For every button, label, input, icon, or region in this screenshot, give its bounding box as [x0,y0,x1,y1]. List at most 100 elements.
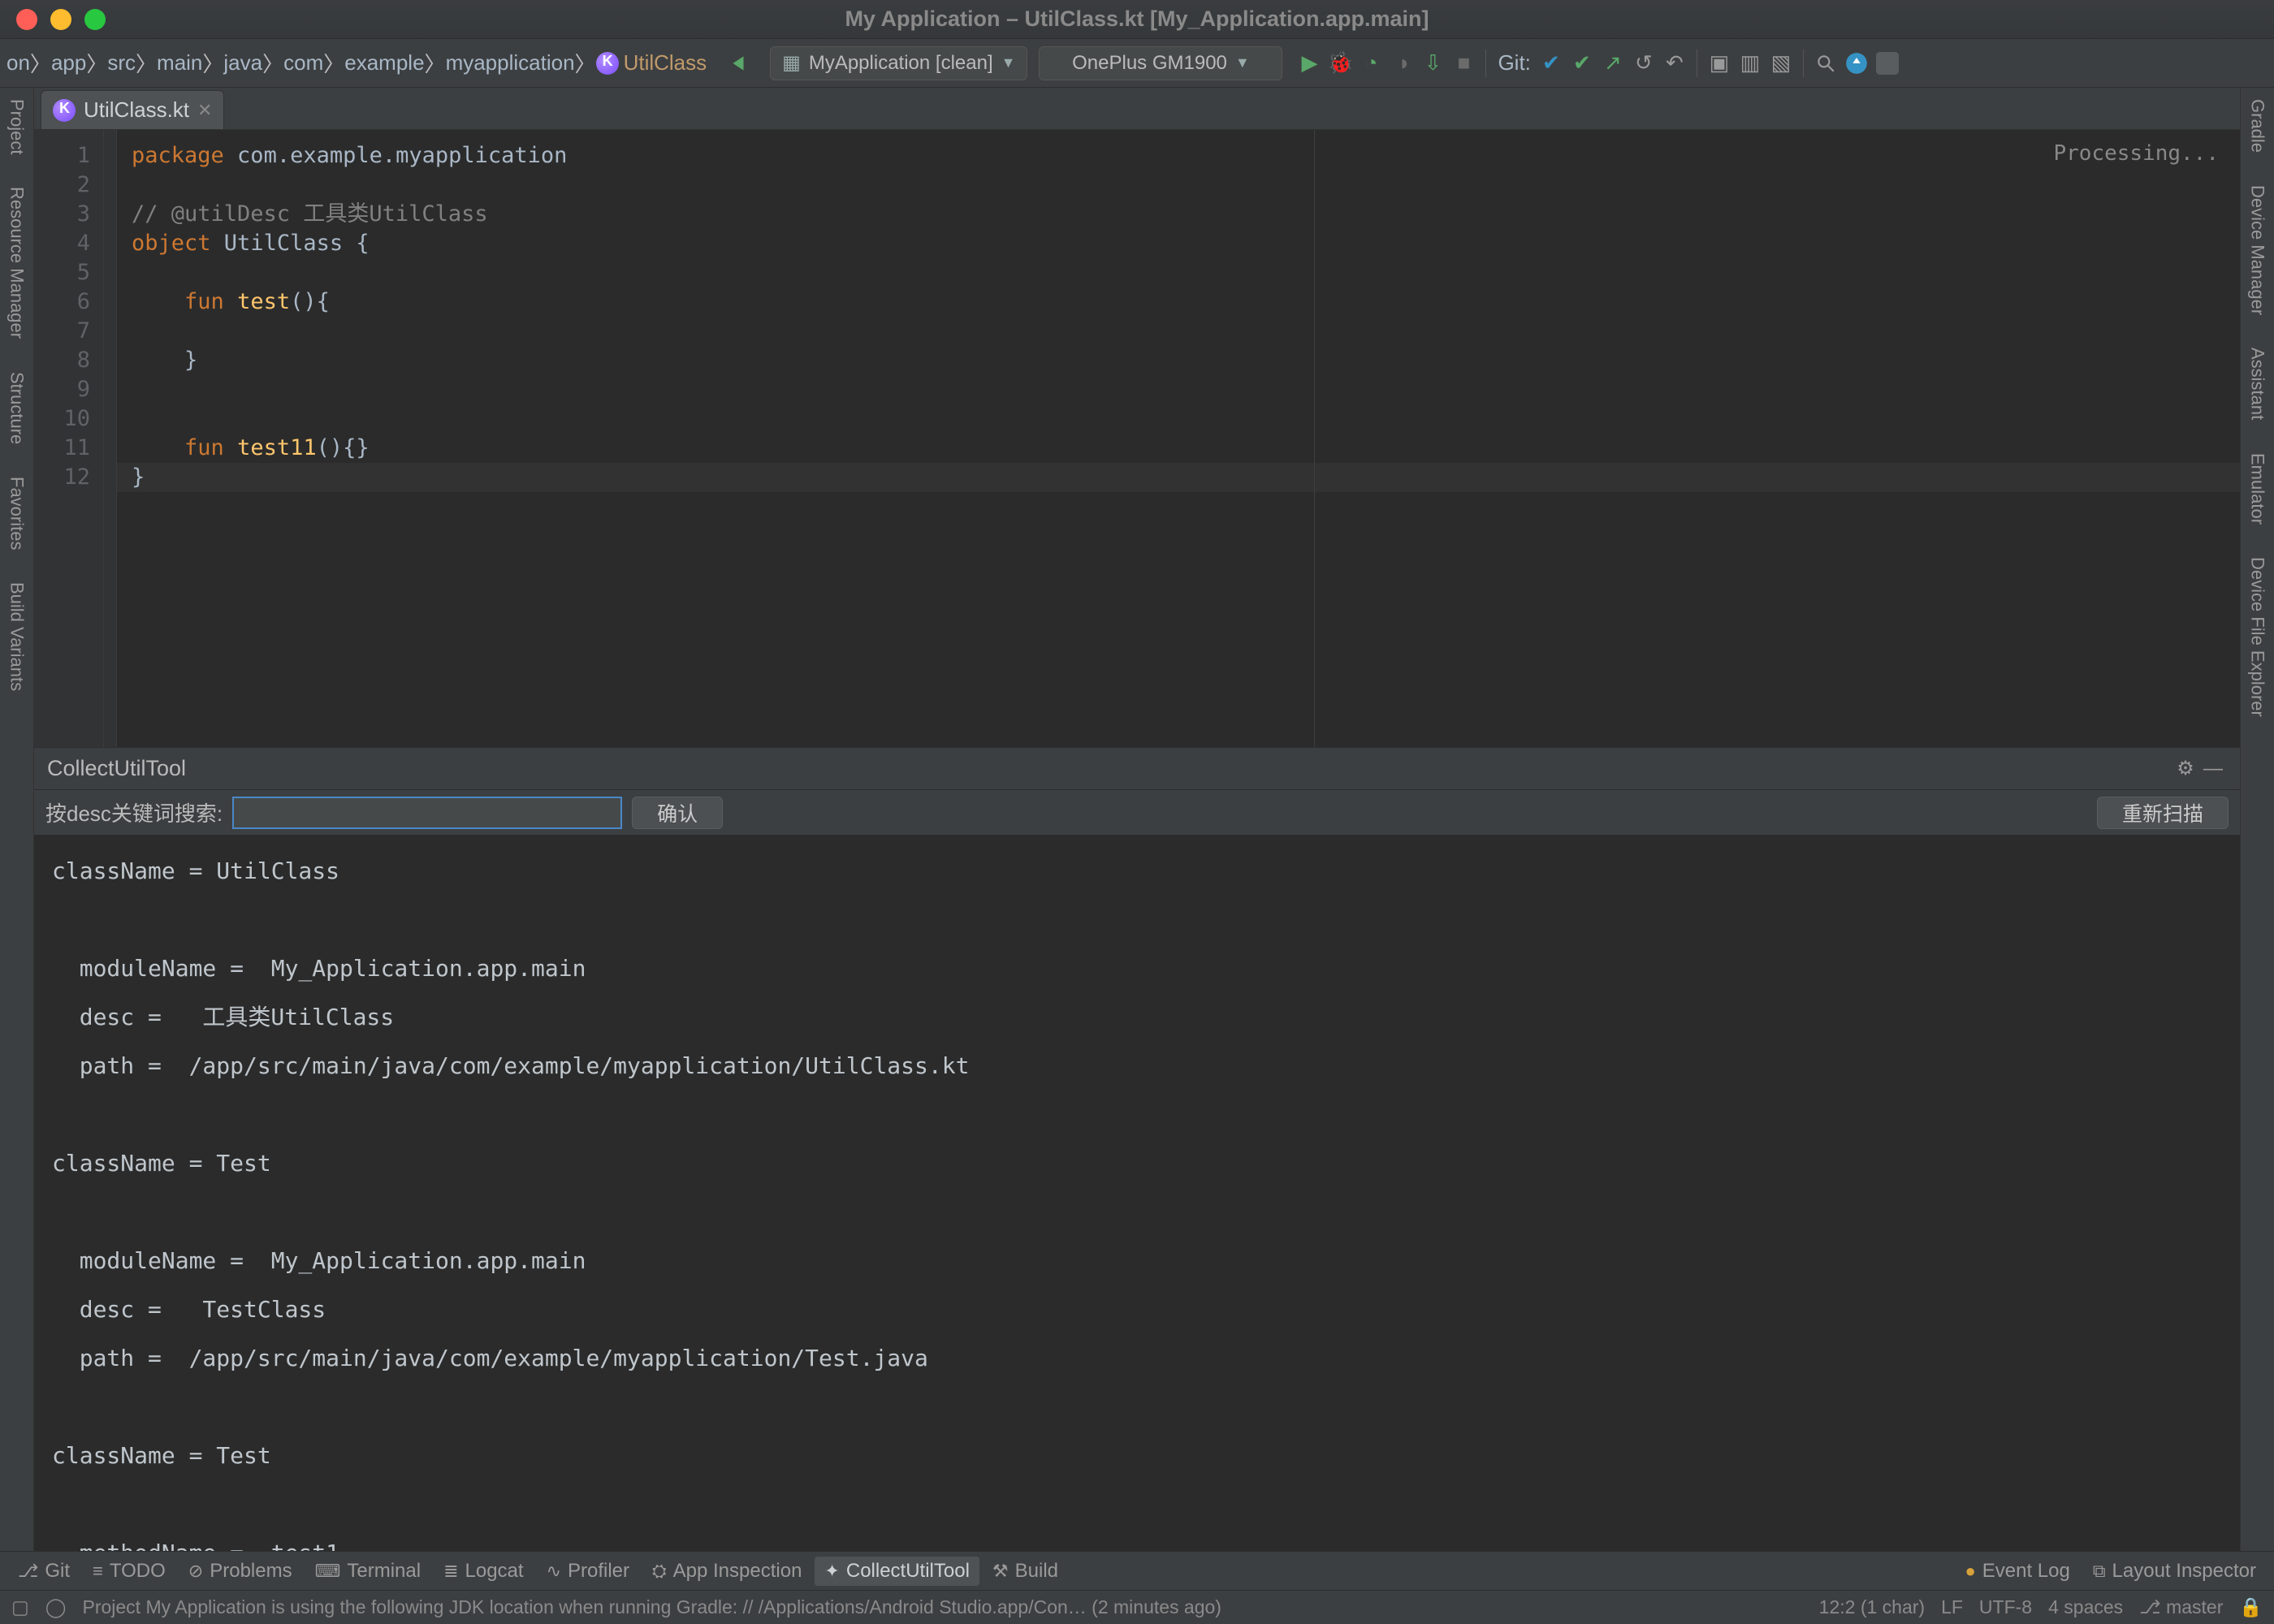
zoom-window-icon[interactable] [84,9,106,30]
chevron-right-icon: 〉 [425,48,446,78]
breadcrumb-main[interactable]: main [157,50,202,76]
coverage-icon[interactable]: ◔ [1357,50,1385,77]
tool-windows-icon[interactable]: ▢ [11,1596,29,1618]
vcs-commit-icon[interactable]: ✔ [1568,50,1596,77]
fold-column[interactable] [104,130,117,747]
tool-icon: ● [1965,1561,1975,1582]
bottom-tool-terminal[interactable]: ⌨Terminal [305,1557,430,1586]
right-panel-emulator[interactable]: Emulator [2247,448,2268,529]
rescan-button[interactable]: 重新扫描 [2097,797,2229,829]
code-area[interactable]: package com.example.myapplication // @ut… [117,130,2240,747]
breadcrumb-java[interactable]: java [223,50,262,76]
tool-window-header: CollectUtilTool ⚙ — [34,748,2240,790]
avd-manager-icon[interactable]: ▣ [1706,50,1733,77]
vcs-push-icon[interactable]: ↗ [1599,50,1627,77]
status-circle-icon[interactable]: ◯ [45,1596,67,1618]
bottom-tool-app-inspection[interactable]: ⛭App Inspection [642,1557,811,1586]
left-panel-favorites[interactable]: Favorites [6,472,28,555]
left-panel-structure[interactable]: Structure [6,367,28,449]
bottom-tool-problems[interactable]: ⊘Problems [179,1557,302,1586]
profiler-icon[interactable]: ◑ [1388,50,1416,77]
chevron-right-icon: 〉 [575,48,596,78]
right-tool-strip: Gradle Device Manager Assistant Emulator Dev… [2240,88,2274,1551]
tab-utilclass[interactable]: UtilClass.kt ✕ [41,90,224,129]
right-panel-gradle[interactable]: Gradle [2247,94,2268,158]
breadcrumb-example[interactable]: example [344,50,424,76]
right-panel-assistant[interactable]: Assistant [2247,343,2268,425]
right-panel-device-file-explorer[interactable]: Device File Explorer [2247,552,2268,722]
tool-icon: ∿ [547,1561,561,1582]
chevron-right-icon: 〉 [136,48,157,78]
hide-tool-icon[interactable]: — [2199,755,2227,783]
file-encoding[interactable]: UTF-8 [1979,1596,2032,1618]
git-label: Git: [1494,50,1533,76]
attach-debugger-icon[interactable]: ⇩ [1419,50,1446,77]
breadcrumb-UtilClass[interactable]: UtilClass [596,50,707,76]
indent-info[interactable]: 4 spaces [2048,1596,2123,1618]
debug-icon[interactable]: 🐞 [1326,50,1354,77]
stop-icon[interactable]: ■ [1450,50,1477,77]
git-branch[interactable]: ⎇ master [2139,1596,2223,1618]
caret-position[interactable]: 12:2 (1 char) [1819,1596,1925,1618]
vcs-rollback-icon[interactable]: ↶ [1661,50,1688,77]
left-panel-build-variants[interactable]: Build Variants [6,577,28,696]
bottom-tool-todo[interactable]: ≡TODO [83,1557,175,1586]
tool-label: Build [1015,1560,1058,1583]
close-window-icon[interactable] [16,9,37,30]
gear-icon[interactable]: ⚙ [2172,755,2199,783]
status-message[interactable]: Project My Application is using the foll… [82,1596,1221,1618]
tool-icon: ⧉ [2093,1561,2106,1582]
minimize-window-icon[interactable] [50,9,71,30]
breadcrumb-on[interactable]: on [6,50,30,76]
bottom-tool-layout-inspector[interactable]: ⧉Layout Inspector [2083,1557,2266,1586]
separator [1803,50,1804,77]
bottom-tool-logcat[interactable]: ≣Logcat [434,1557,534,1586]
device-label: OnePlus GM1900 [1072,52,1227,75]
tool-results[interactable]: className = UtilClass moduleName = My_Ap… [34,836,2240,1551]
code-editor[interactable]: 123456789101112 package com.example.myap… [34,130,2240,747]
bottom-tool-event-log[interactable]: ●Event Log [1955,1557,2079,1586]
chevron-right-icon: 〉 [262,48,283,78]
chevron-right-icon: 〉 [202,48,223,78]
resource-manager-icon[interactable]: ▧ [1767,50,1795,77]
close-tab-icon[interactable]: ✕ [197,100,212,121]
toolbar: on〉app〉src〉main〉java〉com〉example〉myappli… [0,39,2274,88]
bottom-tool-strip: ⎇Git≡TODO⊘Problems⌨Terminal≣Logcat∿Profi… [0,1551,2274,1590]
editor-tabs: UtilClass.kt ✕ [34,88,2240,130]
search-everywhere-icon[interactable] [1812,50,1840,77]
breadcrumb-com[interactable]: com [283,50,323,76]
bottom-tool-build[interactable]: ⚒Build [983,1557,1068,1586]
tool-label: Problems [210,1560,292,1583]
vcs-update-icon[interactable]: ✔ [1537,50,1565,77]
tool-label: Logcat [465,1560,524,1583]
back-build-icon[interactable] [724,50,752,77]
confirm-button[interactable]: 确认 [632,797,723,829]
window-controls [0,9,106,30]
sync-icon[interactable] [1843,50,1870,77]
status-bar: ▢ ◯ Project My Application is using the … [0,1590,2274,1624]
search-input[interactable] [232,797,622,829]
right-panel-device-manager[interactable]: Device Manager [2247,180,2268,320]
bottom-tool-git[interactable]: ⎇Git [8,1557,80,1586]
breadcrumb-myapplication[interactable]: myapplication [446,50,575,76]
tool-icon: ⎇ [18,1561,38,1582]
run-icon[interactable]: ▶ [1295,50,1323,77]
breadcrumb-src[interactable]: src [107,50,136,76]
window-title: My Application – UtilClass.kt [My_Applic… [845,6,1429,32]
chevron-right-icon: 〉 [323,48,344,78]
bottom-tool-profiler[interactable]: ∿Profiler [537,1557,639,1586]
left-panel-project[interactable]: Project [6,94,28,159]
processing-label: Processing... [2054,141,2220,166]
left-panel-resource-manager[interactable]: Resource Manager [6,182,28,343]
tool-search-row: 按desc关键词搜索: 确认 重新扫描 [34,790,2240,836]
line-separator[interactable]: LF [1941,1596,1963,1618]
breadcrumb-app[interactable]: app [51,50,86,76]
tool-icon: ⛭ [652,1561,667,1582]
lock-icon[interactable]: 🔒 [2239,1596,2263,1618]
account-icon[interactable] [1874,50,1901,77]
sdk-manager-icon[interactable]: ▥ [1736,50,1764,77]
vcs-history-icon[interactable]: ↺ [1630,50,1658,77]
run-config-combo[interactable]: ▦ MyApplication [clean] ▼ [770,46,1027,80]
device-combo[interactable]: OnePlus GM1900 ▼ [1039,46,1282,80]
bottom-tool-collectutiltool[interactable]: ✦CollectUtilTool [815,1557,979,1586]
